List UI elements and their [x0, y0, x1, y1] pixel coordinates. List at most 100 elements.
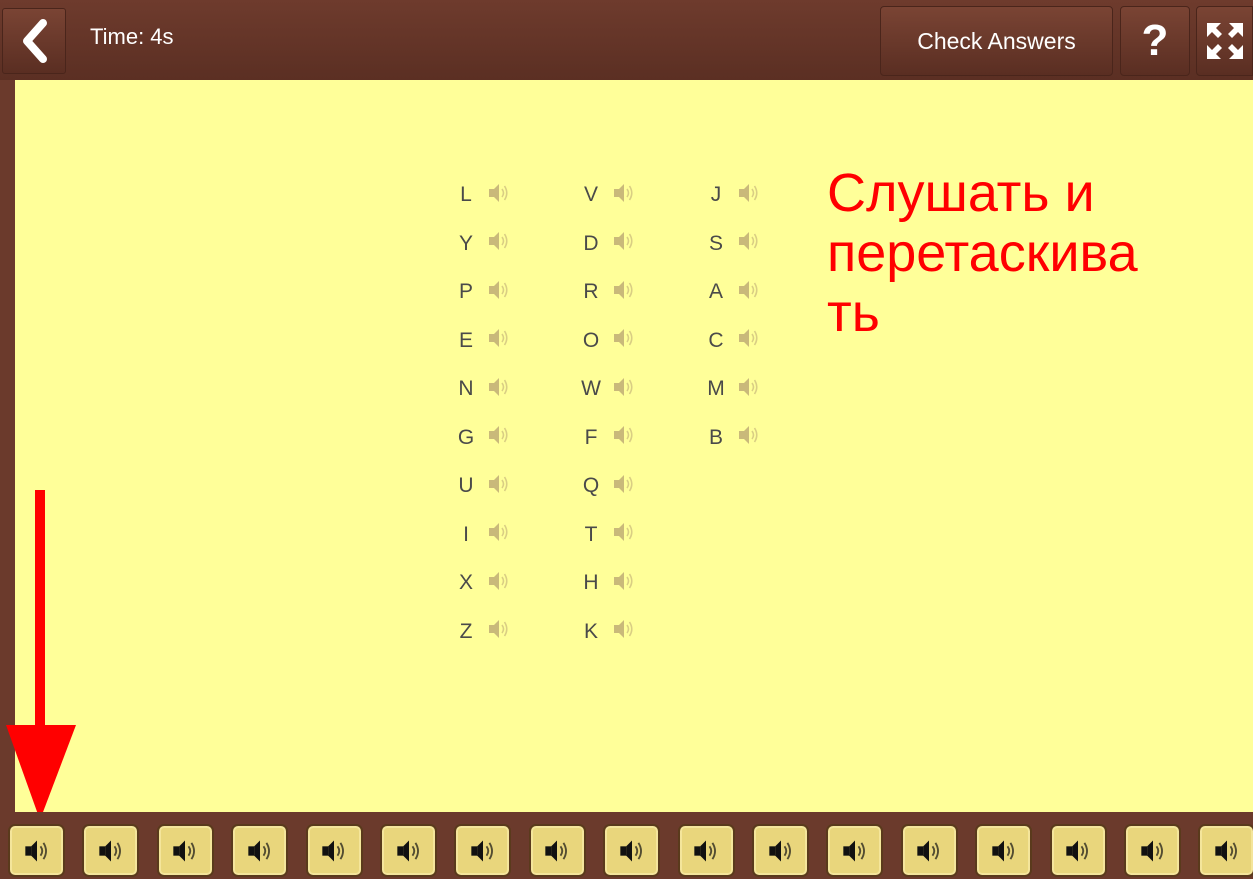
- speaker-icon: [489, 474, 508, 493]
- fullscreen-button[interactable]: [1196, 6, 1253, 76]
- letter-label: Y: [458, 231, 473, 255]
- speaker-button[interactable]: [737, 421, 761, 454]
- speaker-icon: [768, 840, 791, 861]
- audio-tile[interactable]: [677, 824, 735, 877]
- speaker-icon: [489, 232, 508, 250]
- letter-item[interactable]: O: [580, 323, 636, 359]
- letter-item[interactable]: Z: [455, 614, 511, 650]
- audio-tile[interactable]: [900, 824, 958, 877]
- speaker-button[interactable]: [737, 276, 761, 309]
- speaker-button[interactable]: [487, 276, 511, 309]
- letter-label: F: [584, 425, 598, 449]
- letter-item[interactable]: U: [455, 468, 511, 504]
- speaker-button[interactable]: [612, 518, 636, 551]
- letter-item[interactable]: M: [705, 371, 761, 407]
- speaker-button[interactable]: [487, 567, 511, 600]
- help-button[interactable]: ?: [1120, 6, 1190, 76]
- letter-item[interactable]: N: [455, 371, 511, 407]
- letter-item[interactable]: Y: [455, 226, 511, 262]
- speaker-button[interactable]: [612, 615, 636, 648]
- speaker-icon: [614, 620, 633, 638]
- letter-item[interactable]: J: [705, 177, 761, 213]
- letter-item[interactable]: Q: [580, 468, 636, 504]
- speaker-icon: [248, 840, 270, 861]
- letter-item[interactable]: B: [705, 420, 761, 456]
- audio-tile[interactable]: [454, 824, 512, 877]
- letter-label: E: [458, 328, 473, 352]
- speaker-button[interactable]: [487, 470, 511, 503]
- audio-tile[interactable]: [231, 824, 289, 877]
- speaker-icon: [739, 426, 758, 444]
- speaker-button[interactable]: [487, 615, 511, 648]
- letter-label: Q: [582, 474, 600, 497]
- audio-tile[interactable]: [156, 824, 214, 877]
- audio-tile[interactable]: [8, 824, 65, 877]
- speaker-icon: [489, 426, 508, 444]
- letter-item[interactable]: S: [705, 226, 761, 262]
- audio-tile[interactable]: [305, 824, 363, 877]
- speaker-button[interactable]: [612, 324, 636, 357]
- speaker-icon: [489, 329, 508, 347]
- letter-label: Z: [459, 619, 473, 643]
- speaker-button[interactable]: [612, 227, 636, 260]
- speaker-button[interactable]: [487, 179, 511, 212]
- speaker-button[interactable]: [737, 324, 761, 357]
- letter-item[interactable]: I: [455, 517, 511, 553]
- letter-item[interactable]: V: [580, 177, 636, 213]
- speaker-icon: [471, 840, 493, 861]
- speaker-icon: [173, 840, 196, 861]
- speaker-button[interactable]: [612, 276, 636, 309]
- speaker-icon: [489, 183, 508, 202]
- speaker-button[interactable]: [487, 373, 511, 406]
- speaker-button[interactable]: [487, 324, 511, 357]
- speaker-button[interactable]: [487, 227, 511, 260]
- letter-item[interactable]: F: [580, 420, 636, 456]
- letter-item[interactable]: K: [580, 614, 636, 650]
- letter-item[interactable]: A: [705, 274, 761, 310]
- speaker-button[interactable]: [737, 227, 761, 260]
- letter-item[interactable]: T: [580, 517, 636, 553]
- audio-tile[interactable]: [528, 824, 586, 877]
- speaker-icon: [614, 280, 633, 299]
- letter-label: C: [708, 328, 724, 352]
- speaker-button[interactable]: [612, 179, 636, 212]
- letter-item[interactable]: X: [455, 565, 511, 601]
- speaker-button[interactable]: [612, 567, 636, 600]
- letter-item[interactable]: G: [455, 420, 511, 456]
- letter-item[interactable]: W: [580, 371, 636, 407]
- letter-label: L: [460, 183, 472, 206]
- speaker-button[interactable]: [612, 373, 636, 406]
- speaker-button[interactable]: [737, 179, 761, 212]
- audio-tile[interactable]: [752, 824, 809, 877]
- letter-item[interactable]: R: [580, 274, 636, 310]
- audio-tile[interactable]: [826, 824, 884, 877]
- letter-label: M: [707, 377, 725, 400]
- audio-tile[interactable]: [975, 824, 1033, 877]
- speaker-button[interactable]: [487, 421, 511, 454]
- audio-tile[interactable]: [380, 824, 437, 877]
- check-answers-button[interactable]: Check Answers: [880, 6, 1113, 76]
- letter-item[interactable]: E: [455, 323, 511, 359]
- speaker-icon: [396, 840, 419, 861]
- letter-item[interactable]: C: [705, 323, 761, 359]
- audio-tile[interactable]: [1198, 824, 1253, 877]
- letter-item[interactable]: H: [580, 565, 636, 601]
- speaker-button[interactable]: [487, 518, 511, 551]
- timer-label: Time: 4s: [90, 24, 174, 49]
- audio-tile[interactable]: [1049, 824, 1107, 877]
- letter-label: T: [584, 522, 598, 546]
- speaker-button[interactable]: [612, 470, 636, 503]
- letter-label: S: [708, 231, 723, 255]
- letter-label: G: [457, 425, 475, 449]
- audio-tile[interactable]: [603, 824, 661, 877]
- letter-item[interactable]: L: [455, 177, 511, 213]
- audio-tile[interactable]: [82, 824, 140, 877]
- speaker-button[interactable]: [612, 421, 636, 454]
- letter-item[interactable]: P: [455, 274, 511, 310]
- speaker-button[interactable]: [737, 373, 761, 406]
- letter-item[interactable]: D: [580, 226, 636, 262]
- audio-tile[interactable]: [1124, 824, 1181, 877]
- speaker-icon: [614, 523, 633, 541]
- speaker-icon: [917, 840, 940, 861]
- letter-label: A: [708, 280, 723, 303]
